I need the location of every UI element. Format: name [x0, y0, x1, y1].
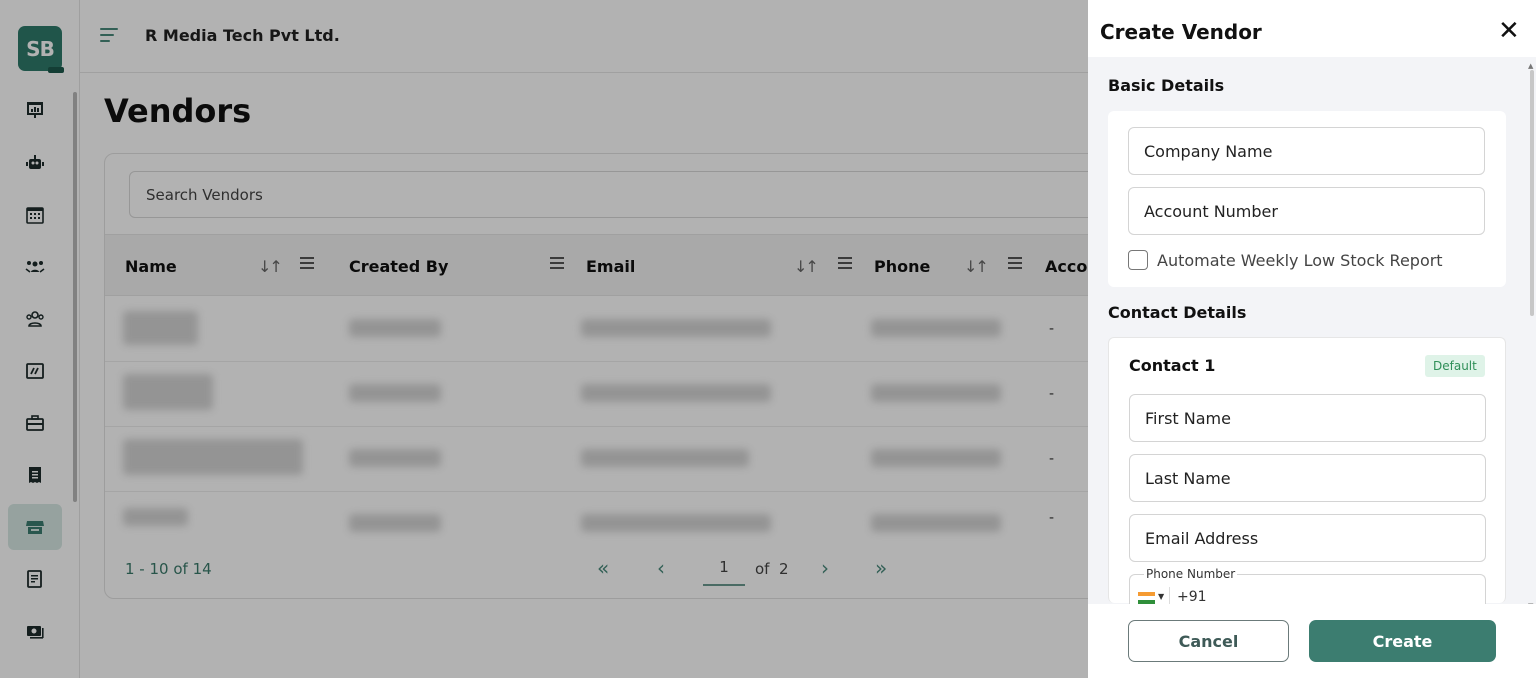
panel-scrollbar[interactable]: ▲ ▼ — [1528, 62, 1536, 612]
panel-footer: Cancel Create — [1088, 604, 1536, 678]
create-button[interactable]: Create — [1309, 620, 1496, 662]
modal-overlay[interactable] — [0, 0, 1088, 678]
panel-header: Create Vendor ✕ — [1088, 8, 1536, 57]
contact-details-section: Contact 1 Default First Name Last Name E… — [1108, 337, 1506, 617]
automate-label: Automate Weekly Low Stock Report — [1157, 250, 1443, 270]
last-name-field[interactable]: Last Name — [1129, 454, 1486, 502]
automate-weekly-report-checkbox[interactable]: Automate Weekly Low Stock Report — [1128, 250, 1443, 270]
create-vendor-panel: Create Vendor ✕ Basic Details Company Na… — [1088, 0, 1536, 678]
checkbox-box[interactable] — [1128, 250, 1148, 270]
default-badge: Default — [1425, 355, 1485, 377]
contact-1-title: Contact 1 — [1129, 356, 1216, 375]
email-address-field[interactable]: Email Address — [1129, 514, 1486, 562]
phone-country-code[interactable]: +91 — [1177, 589, 1207, 605]
close-icon[interactable]: ✕ — [1498, 16, 1520, 46]
panel-title: Create Vendor — [1100, 20, 1262, 44]
panel-scrollbar-thumb[interactable] — [1530, 70, 1534, 316]
app-root: SB R Media Tech Pvt Ltd. Vendors Search … — [0, 0, 1536, 678]
account-number-field[interactable]: Account Number — [1128, 187, 1485, 235]
phone-number-label: Phone Number — [1144, 567, 1238, 581]
contact-details-title: Contact Details — [1108, 303, 1247, 322]
chevron-down-icon[interactable]: ▼ — [1158, 592, 1164, 601]
scroll-up-icon[interactable]: ▲ — [1528, 62, 1533, 70]
first-name-field[interactable]: First Name — [1129, 394, 1486, 442]
company-name-field[interactable]: Company Name — [1128, 127, 1485, 175]
basic-details-title: Basic Details — [1108, 76, 1225, 95]
basic-details-section: Company Name Account Number Automate Wee… — [1108, 111, 1506, 287]
cancel-button[interactable]: Cancel — [1128, 620, 1289, 662]
india-flag-icon[interactable] — [1138, 592, 1155, 604]
